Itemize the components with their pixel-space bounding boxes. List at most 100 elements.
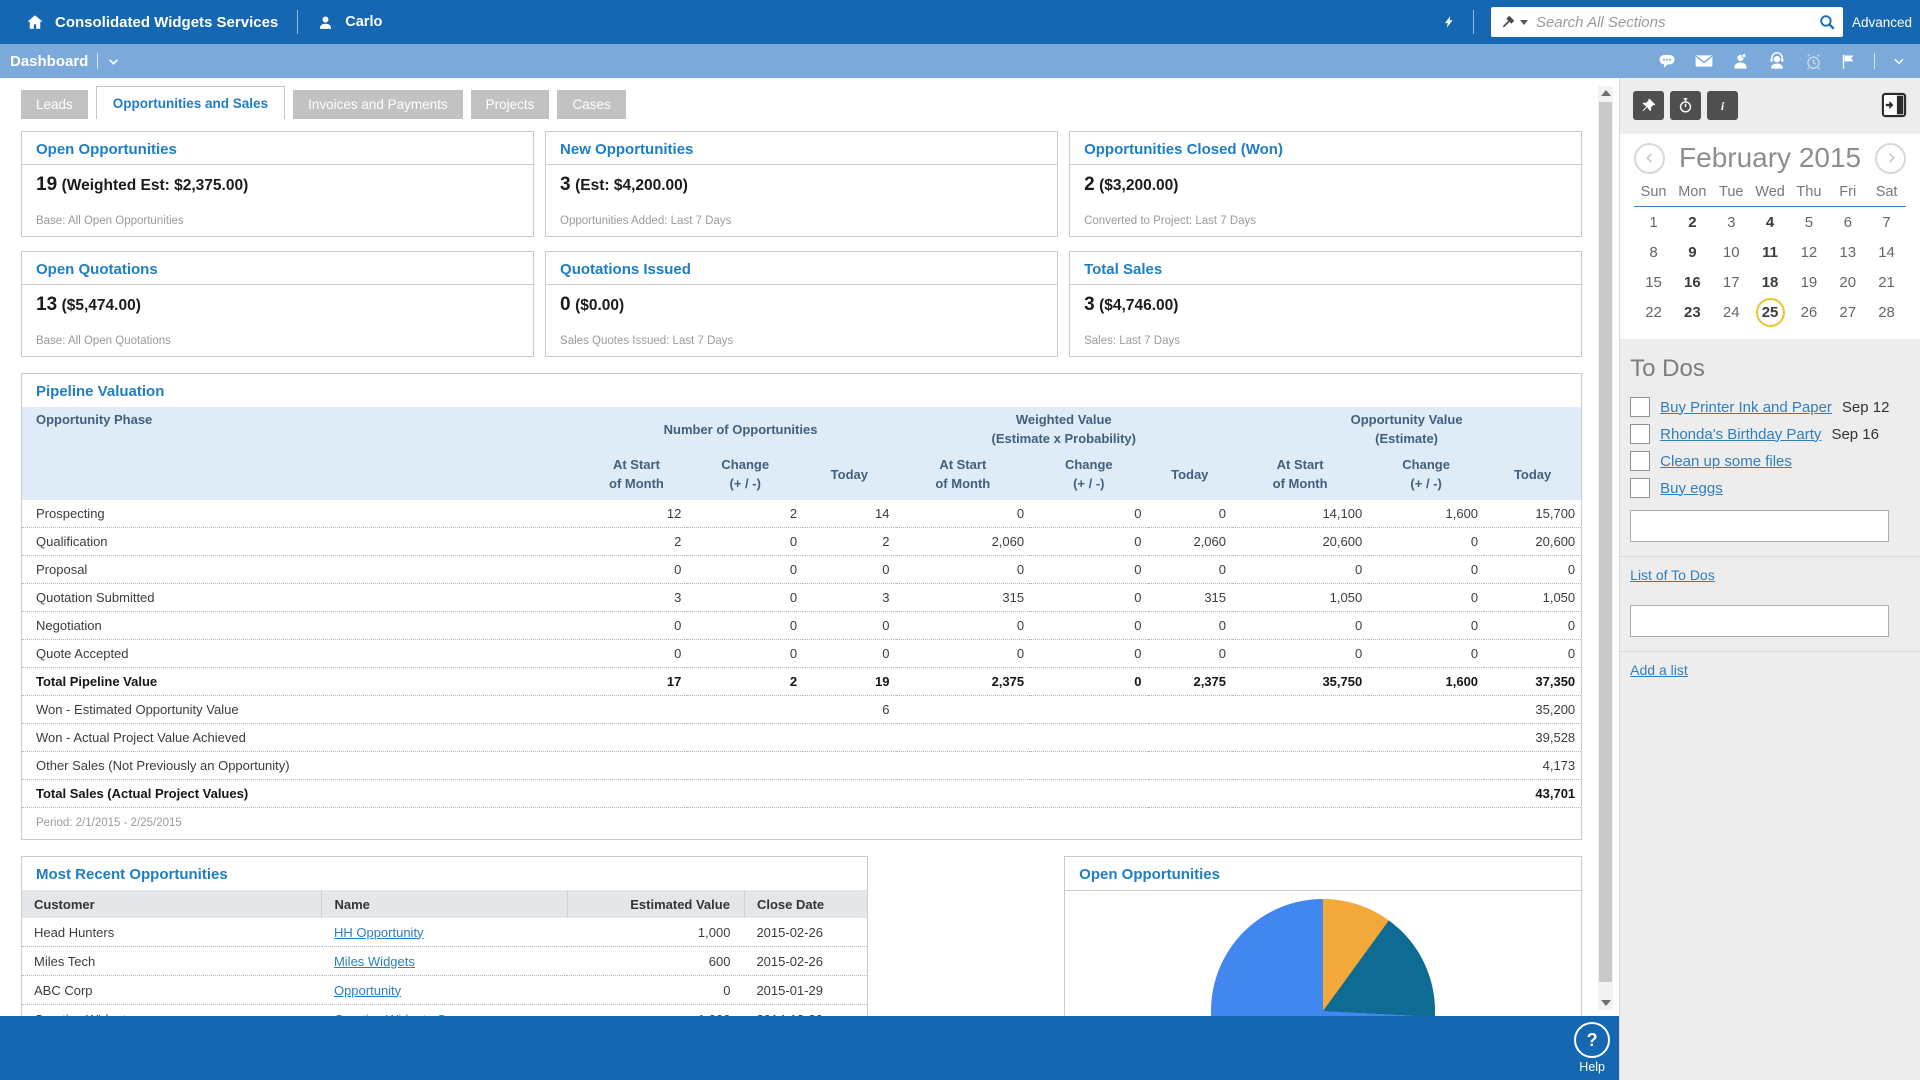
pipeline-row: Won - Actual Project Value Achieved39,52… bbox=[22, 724, 1581, 752]
flag-icon[interactable] bbox=[1840, 52, 1857, 71]
day-name: Mon bbox=[1673, 184, 1712, 200]
calendar-day[interactable]: 23 bbox=[1680, 300, 1705, 325]
tab-invoices-and-payments[interactable]: Invoices and Payments bbox=[293, 90, 463, 119]
calendar-day[interactable]: 25 bbox=[1756, 298, 1785, 327]
panel-title[interactable]: Most Recent Opportunities bbox=[22, 857, 867, 890]
scroll-down-arrow-icon[interactable] bbox=[1601, 1000, 1611, 1006]
tab-opportunities-and-sales[interactable]: Opportunities and Sales bbox=[96, 86, 285, 119]
calendar-day[interactable]: 17 bbox=[1719, 270, 1744, 295]
card-title[interactable]: Quotations Issued bbox=[546, 252, 1057, 285]
help-icon[interactable]: ? bbox=[1574, 1022, 1610, 1058]
calendar-day[interactable]: 1 bbox=[1641, 210, 1666, 235]
panel-chevron-down-icon[interactable] bbox=[1892, 54, 1906, 68]
contact-icon[interactable] bbox=[1731, 52, 1750, 71]
calendar-day[interactable]: 26 bbox=[1796, 300, 1821, 325]
todo-link[interactable]: Rhonda's Birthday Party bbox=[1660, 426, 1821, 443]
mail-icon[interactable] bbox=[1694, 53, 1714, 69]
todo-checkbox[interactable] bbox=[1630, 424, 1650, 444]
search-scope-caret-icon[interactable] bbox=[1520, 20, 1528, 25]
calendar-day[interactable]: 16 bbox=[1680, 270, 1705, 295]
section-chevron-down-icon[interactable] bbox=[107, 55, 120, 68]
calendar-day[interactable]: 22 bbox=[1641, 300, 1666, 325]
calendar-day[interactable]: 18 bbox=[1758, 270, 1783, 295]
scrollbar-thumb[interactable] bbox=[1599, 102, 1612, 982]
todo-link[interactable]: Buy Printer Ink and Paper bbox=[1660, 399, 1832, 416]
calendar-day[interactable]: 11 bbox=[1758, 240, 1783, 265]
opportunity-link[interactable]: Miles Widgets bbox=[334, 954, 415, 969]
tab-leads[interactable]: Leads bbox=[21, 90, 88, 119]
calendar-day[interactable]: 15 bbox=[1641, 270, 1666, 295]
list-of-todos-link[interactable]: List of To Dos bbox=[1630, 567, 1715, 583]
todo-link[interactable]: Buy eggs bbox=[1660, 480, 1723, 497]
calendar-day[interactable]: 2 bbox=[1680, 210, 1705, 235]
collapse-panel-button[interactable] bbox=[1878, 91, 1910, 121]
vertical-scrollbar[interactable] bbox=[1598, 86, 1613, 1010]
calendar-day[interactable]: 9 bbox=[1680, 240, 1705, 265]
card-title[interactable]: Opportunities Closed (Won) bbox=[1070, 132, 1581, 165]
tab-projects[interactable]: Projects bbox=[471, 90, 550, 119]
alarm-icon[interactable] bbox=[1804, 52, 1823, 71]
todo-checkbox[interactable] bbox=[1630, 451, 1650, 471]
calendar-day[interactable]: 10 bbox=[1719, 240, 1744, 265]
new-todo-input[interactable] bbox=[1630, 510, 1889, 542]
pipeline-phase-cell: Quotation Submitted bbox=[22, 584, 586, 612]
card-title[interactable]: New Opportunities bbox=[546, 132, 1057, 165]
new-list-input[interactable] bbox=[1630, 605, 1889, 637]
chat-icon[interactable] bbox=[1657, 52, 1677, 70]
pipeline-value-cell bbox=[1368, 752, 1484, 780]
calendar-day[interactable]: 7 bbox=[1874, 210, 1899, 235]
add-a-list-link[interactable]: Add a list bbox=[1630, 662, 1688, 678]
calendar-day[interactable]: 13 bbox=[1835, 240, 1860, 265]
pipeline-value-cell: 315 bbox=[896, 584, 1031, 612]
calendar-day[interactable]: 19 bbox=[1796, 270, 1821, 295]
calendar-day[interactable]: 28 bbox=[1874, 300, 1899, 325]
todo-link[interactable]: Clean up some files bbox=[1660, 453, 1792, 470]
opportunity-link[interactable]: Creative Widgets Opp bbox=[334, 1012, 461, 1017]
tab-cases[interactable]: Cases bbox=[557, 90, 625, 119]
user-icon[interactable] bbox=[317, 14, 334, 31]
lightning-icon[interactable] bbox=[1442, 12, 1456, 32]
panel-title[interactable]: Pipeline Valuation bbox=[22, 374, 1581, 407]
user-name[interactable]: Carlo bbox=[345, 14, 382, 30]
card-title[interactable]: Open Quotations bbox=[22, 252, 533, 285]
section-title-dashboard[interactable]: Dashboard bbox=[10, 53, 88, 70]
home-icon[interactable] bbox=[26, 13, 44, 31]
calendar-day[interactable]: 24 bbox=[1719, 300, 1744, 325]
app-title[interactable]: Consolidated Widgets Services bbox=[55, 14, 278, 31]
pipeline-value-cell bbox=[803, 752, 895, 780]
calendar-day[interactable]: 3 bbox=[1719, 210, 1744, 235]
search-icon[interactable] bbox=[1818, 13, 1837, 32]
search-scope-tool-icon[interactable] bbox=[1499, 14, 1516, 31]
calendar-day[interactable]: 20 bbox=[1835, 270, 1860, 295]
calendar-next-button[interactable] bbox=[1875, 143, 1906, 174]
card-footnote: Sales: Last 7 Days bbox=[1070, 335, 1581, 356]
calendar-day[interactable]: 27 bbox=[1835, 300, 1860, 325]
info-button[interactable]: i bbox=[1707, 91, 1738, 120]
search-box[interactable] bbox=[1491, 7, 1843, 37]
calendar-day[interactable]: 21 bbox=[1874, 270, 1899, 295]
calendar-day[interactable]: 8 bbox=[1641, 240, 1666, 265]
help-button[interactable]: ? Help bbox=[1569, 1022, 1615, 1074]
calendar-day[interactable]: 14 bbox=[1874, 240, 1899, 265]
calendar-day[interactable]: 6 bbox=[1835, 210, 1860, 235]
calendar-day[interactable]: 12 bbox=[1796, 240, 1821, 265]
pin-button[interactable] bbox=[1633, 91, 1664, 120]
calendar-day[interactable]: 4 bbox=[1758, 210, 1783, 235]
card-value: 19 (Weighted Est: $2,375.00) bbox=[22, 165, 533, 196]
panel-title[interactable]: Open Opportunities bbox=[1065, 857, 1581, 891]
card-title[interactable]: Total Sales bbox=[1070, 252, 1581, 285]
column-header-customer: Customer bbox=[22, 890, 322, 918]
scroll-up-arrow-icon[interactable] bbox=[1601, 90, 1611, 96]
calendar-week: 89 10 11 12 13 14 bbox=[1634, 237, 1906, 267]
todo-checkbox[interactable] bbox=[1630, 397, 1650, 417]
card-title[interactable]: Open Opportunities bbox=[22, 132, 533, 165]
todo-checkbox[interactable] bbox=[1630, 478, 1650, 498]
calendar-prev-button[interactable] bbox=[1634, 143, 1665, 174]
calendar-day[interactable]: 5 bbox=[1796, 210, 1821, 235]
advanced-search-link[interactable]: Advanced bbox=[1852, 15, 1912, 30]
support-headset-icon[interactable] bbox=[1767, 52, 1787, 71]
opportunity-link[interactable]: Opportunity bbox=[334, 983, 401, 998]
search-input[interactable] bbox=[1534, 13, 1818, 32]
stopwatch-button[interactable] bbox=[1670, 91, 1701, 120]
opportunity-link[interactable]: HH Opportunity bbox=[334, 925, 424, 940]
